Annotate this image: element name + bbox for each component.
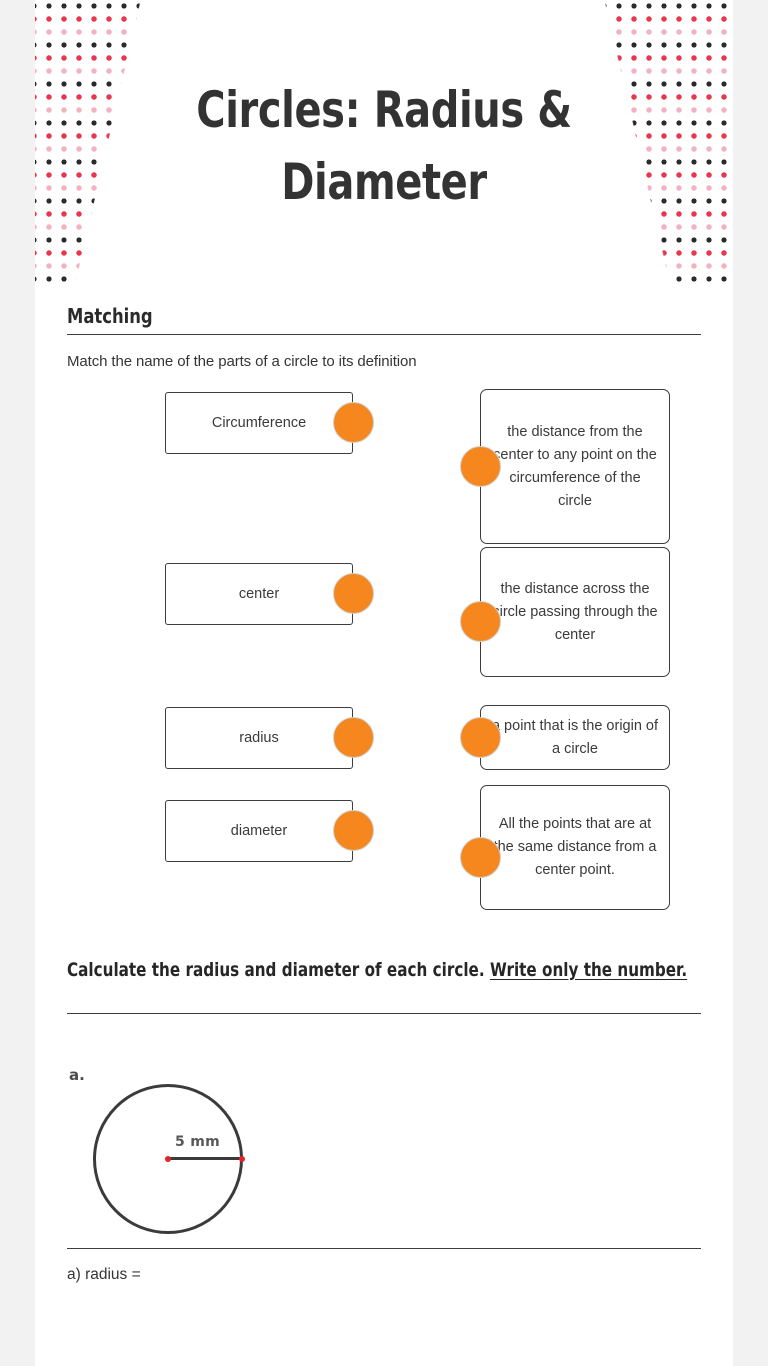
match-connector-def-1[interactable] — [460, 601, 501, 642]
circumference-point-marker — [239, 1155, 245, 1162]
term-label: center — [238, 586, 280, 602]
match-connector-term-1[interactable] — [333, 573, 374, 614]
term-label: radius — [239, 730, 279, 746]
term-box-diameter[interactable]: diameter — [165, 800, 353, 862]
section-heading-matching: Matching — [67, 304, 153, 328]
worksheet-body: Matching Match the name of the parts of … — [35, 304, 733, 1284]
definition-box-2[interactable]: a point that is the origin of a circle — [480, 705, 670, 770]
answer-line-a: a) radius = — [67, 1266, 141, 1283]
definition-box-0[interactable]: the distance from the center to any poin… — [480, 389, 670, 544]
match-connector-term-0[interactable] — [333, 402, 374, 443]
definition-text: a point that is the origin of a circle — [491, 717, 659, 757]
term-box-radius[interactable]: radius — [165, 707, 353, 769]
definition-text: All the points that are at the same dist… — [493, 816, 657, 878]
section-divider — [67, 1013, 701, 1014]
worksheet-page: Circles: Radius & Diameter Matching Matc… — [35, 0, 733, 1366]
term-box-circumference[interactable]: Circumference — [165, 392, 353, 454]
definition-box-1[interactable]: the distance across the circle passing t… — [480, 547, 670, 677]
calculate-prompt: Calculate the radius and diameter of eac… — [67, 959, 687, 981]
heading-divider — [67, 334, 701, 335]
term-label: diameter — [230, 823, 288, 839]
circle-diagram: 5 mm — [93, 1084, 245, 1234]
problem-divider — [67, 1248, 701, 1249]
match-connector-def-0[interactable] — [460, 446, 501, 487]
definition-text: the distance from the center to any poin… — [493, 423, 657, 509]
match-connector-def-2[interactable] — [460, 717, 501, 758]
radius-measurement-label: 5 mm — [175, 1134, 220, 1150]
center-point-marker — [165, 1155, 171, 1162]
calculate-prompt-emphasis: Write only the number. — [489, 959, 688, 981]
problem-label: a. — [69, 1066, 85, 1084]
term-box-center[interactable]: center — [165, 563, 353, 625]
calculate-prompt-text: Calculate the radius and diameter of eac… — [67, 959, 485, 981]
term-label: Circumference — [211, 415, 307, 431]
matching-grid: Circumference the distance from the cent… — [67, 389, 701, 937]
worksheet-header: Circles: Radius & Diameter — [35, 0, 733, 287]
match-connector-term-3[interactable] — [333, 810, 374, 851]
problem-a: a. 5 mm — [67, 1064, 701, 1240]
definition-box-3[interactable]: All the points that are at the same dist… — [480, 785, 670, 910]
matching-instruction: Match the name of the parts of a circle … — [67, 353, 417, 370]
match-connector-def-3[interactable] — [460, 837, 501, 878]
definition-text: the distance across the circle passing t… — [492, 580, 658, 643]
radius-segment — [168, 1157, 243, 1160]
page-title: Circles: Radius & Diameter — [196, 81, 572, 211]
match-connector-term-2[interactable] — [333, 717, 374, 758]
